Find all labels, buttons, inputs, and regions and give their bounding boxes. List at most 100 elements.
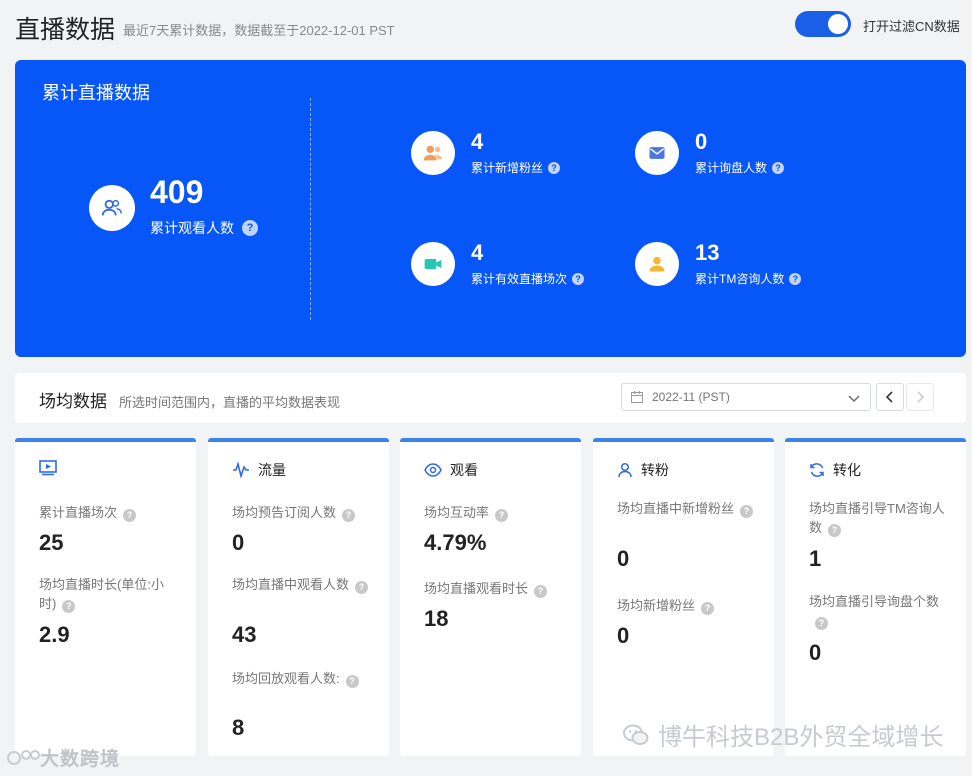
stat-label-text: 场均回放观看人数: [232, 671, 340, 686]
total-viewers-label: 累计观看人数? [150, 218, 258, 238]
summary-title: 累计直播数据 [42, 83, 150, 103]
help-icon[interactable]: ? [572, 272, 585, 285]
page-title: 直播数据 [15, 16, 116, 44]
valid-live-label-text: 累计有效直播场次 [471, 272, 568, 286]
play-icon [39, 460, 57, 476]
stat-label: 场均直播引导询盘个数? [809, 592, 949, 630]
card-title: 转粉 [641, 462, 669, 478]
watermark-right: 博牛科技B2B外贸全域增长 [622, 717, 943, 752]
tm-consult-value: 13 [695, 240, 720, 265]
stat-value: 0 [232, 530, 245, 555]
total-viewers-value: 409 [150, 174, 204, 210]
stat-value: 2.9 [39, 622, 70, 647]
calendar-icon [631, 391, 643, 403]
stat-label: 场均直播引导TM咨询人数? [809, 499, 949, 537]
help-icon[interactable]: ? [740, 505, 754, 518]
eye-icon [424, 463, 442, 477]
page-header: 直播数据 最近7天累计数据，数据截至于2022-12-01 PST 打开过滤CN… [0, 0, 972, 52]
pulse-icon [233, 462, 249, 478]
chevron-left-icon [885, 391, 893, 403]
help-icon[interactable]: ? [342, 509, 356, 522]
stat-value: 25 [39, 530, 64, 555]
inquiry-label: 累计询盘人数? [695, 159, 785, 176]
next-month-button[interactable] [906, 383, 934, 411]
stat-label: 场均回放观看人数:? [232, 669, 372, 688]
prev-month-button[interactable] [876, 383, 904, 411]
user-icon [635, 242, 679, 286]
stat-value: 0 [617, 546, 630, 571]
watermark-left: 大数跨境 [6, 744, 120, 771]
toggle-knob [828, 14, 848, 34]
wechat-icon [623, 724, 649, 745]
filter-cn-toggle[interactable] [795, 11, 851, 37]
stat-label-text: 场均预告订阅人数 [232, 505, 337, 520]
users-icon [89, 185, 135, 231]
new-fans-label: 累计新增粉丝? [471, 159, 561, 176]
session-subtitle: 所选时间范围内，直播的平均数据表现 [119, 395, 341, 410]
new-fans-label-text: 累计新增粉丝 [471, 161, 544, 175]
stat-value: 1 [809, 546, 822, 571]
mail-icon [635, 131, 679, 175]
filter-cn-label: 打开过滤CN数据 [863, 19, 960, 34]
video-icon [411, 242, 455, 286]
stat-label: 场均直播观看时长? [424, 579, 564, 598]
valid-live-value: 4 [471, 240, 484, 265]
session-bar: 场均数据 所选时间范围内，直播的平均数据表现 2022-11 (PST) [15, 373, 966, 423]
summary-panel: 累计直播数据 409 累计观看人数? 4 累计新增粉丝? 0 累计询盘人数? 4… [15, 60, 966, 357]
stat-label: 场均直播中新增粉丝? [617, 499, 757, 518]
card-header: 流量 [232, 460, 286, 480]
summary-divider [310, 98, 311, 320]
help-icon[interactable]: ? [355, 581, 369, 594]
valid-live-label: 累计有效直播场次? [471, 270, 585, 287]
tm-consult-label-text: 累计TM咨询人数 [695, 272, 785, 286]
stat-label: 累计直播场次? [39, 503, 179, 522]
total-viewers-label-text: 累计观看人数 [150, 220, 234, 236]
stat-label-text: 场均直播中观看人数 [232, 577, 350, 592]
stat-label-text: 场均直播中新增粉丝 [617, 501, 735, 516]
inquiry-value: 0 [695, 129, 708, 154]
tm-consult-label: 累计TM咨询人数? [695, 270, 802, 287]
stat-value: 18 [424, 606, 449, 631]
stat-label: 场均直播时长(单位:小时)? [39, 575, 179, 613]
stat-value: 43 [232, 622, 257, 647]
help-icon[interactable]: ? [534, 585, 548, 598]
card-header: 转粉 [617, 460, 669, 480]
refresh-icon [810, 463, 824, 477]
watermark-left-text: 大数跨境 [40, 749, 121, 770]
help-icon[interactable]: ? [548, 161, 561, 174]
stat-value: 0 [809, 640, 822, 665]
inquiry-label-text: 累计询盘人数 [695, 161, 768, 175]
help-icon[interactable]: ? [789, 272, 802, 285]
chevron-down-icon [848, 395, 860, 402]
month-picker[interactable]: 2022-11 (PST) [621, 383, 871, 411]
new-fans-value: 4 [471, 129, 484, 154]
stat-label-text: 场均直播观看时长 [424, 581, 529, 596]
stat-label-text: 场均直播引导询盘个数 [809, 594, 940, 609]
help-icon[interactable]: ? [495, 509, 509, 522]
watermark-right-text: 博牛科技B2B外贸全域增长 [658, 724, 944, 751]
stat-label-text: 场均新增粉丝 [617, 598, 696, 613]
stat-label-text: 场均直播时长(单位:小时) [39, 577, 164, 611]
help-icon[interactable]: ? [815, 617, 828, 630]
help-icon[interactable]: ? [828, 524, 842, 537]
stat-label-text: 场均互动率 [424, 505, 490, 520]
help-icon[interactable]: ? [701, 602, 715, 615]
watermark-logo-icon [7, 749, 40, 765]
session-title: 场均数据 [39, 392, 107, 411]
help-icon[interactable]: ? [62, 600, 76, 613]
help-icon[interactable]: ? [242, 220, 258, 236]
card-conversion: 转化 场均直播引导TM咨询人数? 1 场均直播引导询盘个数? 0 [785, 438, 966, 756]
stat-label: 场均预告订阅人数? [232, 503, 372, 522]
stat-label: 场均互动率? [424, 503, 564, 522]
card-traffic: 流量 场均预告订阅人数? 0 场均直播中观看人数? 43 场均回放观看人数:? … [208, 438, 389, 756]
stat-value: 4.79% [424, 530, 487, 555]
help-icon[interactable]: ? [123, 509, 137, 522]
card-title: 观看 [450, 462, 478, 478]
card-header [39, 460, 65, 476]
stat-label: 场均直播中观看人数? [232, 575, 372, 594]
card-fans: 转粉 场均直播中新增粉丝? 0 场均新增粉丝? 0 [593, 438, 774, 756]
stat-label-text: 累计直播场次 [39, 505, 118, 520]
help-icon[interactable]: ? [772, 161, 785, 174]
help-icon[interactable]: ? [345, 675, 359, 688]
month-picker-value: 2022-11 (PST) [652, 390, 730, 404]
